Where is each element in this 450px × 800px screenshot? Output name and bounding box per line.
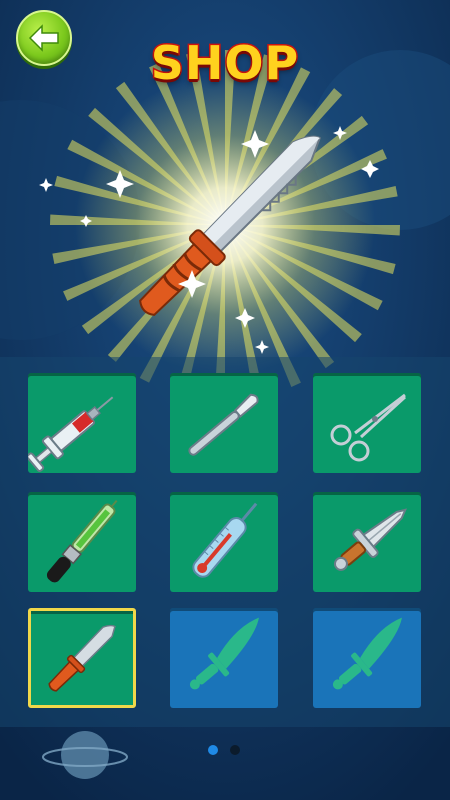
shop-item-forceps[interactable] <box>313 373 421 473</box>
page-dot-inactive[interactable] <box>230 745 240 755</box>
sword-silhouette-icon <box>332 617 402 690</box>
shop-item-scalpel[interactable] <box>170 373 278 473</box>
planet-icon <box>42 731 128 779</box>
shop-item-dagger[interactable] <box>313 492 421 592</box>
hunting-knife-icon <box>48 624 116 692</box>
shop-item-dropper[interactable] <box>28 492 136 592</box>
shop-item-locked-1[interactable] <box>170 608 278 708</box>
shop-item-thermometer[interactable] <box>170 492 278 592</box>
shop-item-hunting-knife[interactable] <box>28 608 136 708</box>
sparkles <box>39 126 379 354</box>
syringe-icon <box>28 396 114 472</box>
dropper-icon <box>46 499 118 583</box>
sword-silhouette-icon <box>189 617 259 690</box>
page-dot-active[interactable] <box>208 745 218 755</box>
scalpel-icon <box>188 393 259 456</box>
shop-item-syringe[interactable] <box>28 373 136 473</box>
dagger-icon <box>333 508 408 571</box>
forceps-icon <box>330 393 407 462</box>
thermometer-icon <box>192 502 258 578</box>
shop-item-locked-2[interactable] <box>313 608 421 708</box>
